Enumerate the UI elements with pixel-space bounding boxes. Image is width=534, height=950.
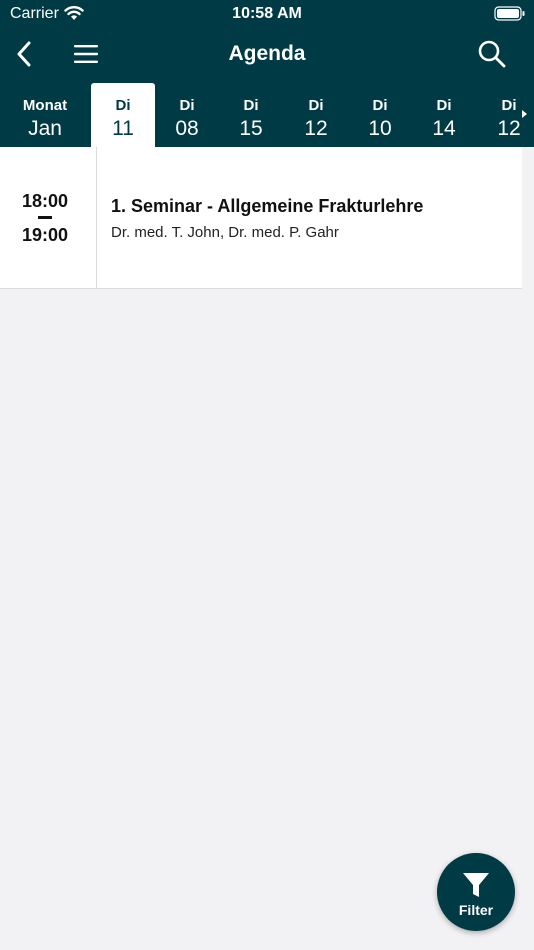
day-number: 14 bbox=[432, 117, 456, 140]
day-weekday: Di bbox=[179, 97, 195, 114]
day-number: 11 bbox=[112, 117, 134, 140]
month-label: Monat bbox=[22, 97, 68, 114]
navigation-bar: Agenda bbox=[0, 32, 534, 78]
day-number: 15 bbox=[239, 117, 263, 140]
event-start-time: 18:00 bbox=[21, 191, 69, 211]
status-bar: Carrier 10:58 AM bbox=[0, 0, 534, 30]
date-selector: Monat Jan Di 11 Di 08 Di 15 Di 12 Di 10 … bbox=[0, 83, 534, 147]
day-number: 10 bbox=[368, 117, 392, 140]
month-value: Jan bbox=[28, 117, 62, 140]
day-number: 12 bbox=[304, 117, 328, 140]
day-weekday: Di bbox=[115, 97, 131, 114]
day-weekday: Di bbox=[372, 97, 388, 114]
app-header: Carrier 10:58 AM Agenda Monat Jan Di 11 … bbox=[0, 0, 534, 147]
search-icon bbox=[478, 40, 506, 68]
day-tab[interactable]: Di 12 bbox=[284, 83, 348, 147]
day-tab[interactable]: Di 15 bbox=[219, 83, 283, 147]
day-weekday: Di bbox=[243, 97, 259, 114]
chevron-right-icon bbox=[522, 110, 527, 118]
time-separator bbox=[38, 216, 52, 219]
status-time: 10:58 AM bbox=[232, 5, 302, 22]
search-button[interactable] bbox=[470, 32, 514, 76]
day-tab[interactable]: Di 14 bbox=[412, 83, 476, 147]
agenda-event[interactable]: 18:00 19:00 1. Seminar - Allgemeine Frak… bbox=[0, 147, 522, 289]
day-tab[interactable]: Di 10 bbox=[348, 83, 412, 147]
month-selector[interactable]: Monat Jan bbox=[0, 83, 90, 147]
day-number: 12 bbox=[497, 117, 521, 140]
event-time: 18:00 19:00 bbox=[0, 147, 97, 289]
page-title: Agenda bbox=[228, 42, 306, 65]
day-tab[interactable]: Di 11 bbox=[91, 83, 155, 147]
day-weekday: Di bbox=[308, 97, 324, 114]
day-number: 08 bbox=[175, 117, 199, 140]
event-speakers: Dr. med. T. John, Dr. med. P. Gahr bbox=[111, 224, 339, 241]
day-tab[interactable]: Di 08 bbox=[155, 83, 219, 147]
day-weekday: Di bbox=[436, 97, 452, 114]
event-title: 1. Seminar - Allgemeine Frakturlehre bbox=[111, 196, 424, 216]
filter-label: Filter bbox=[458, 902, 494, 918]
battery-icon bbox=[494, 6, 525, 21]
filter-icon bbox=[463, 873, 489, 897]
filter-button[interactable]: Filter bbox=[437, 853, 515, 931]
event-end-time: 19:00 bbox=[21, 225, 69, 245]
